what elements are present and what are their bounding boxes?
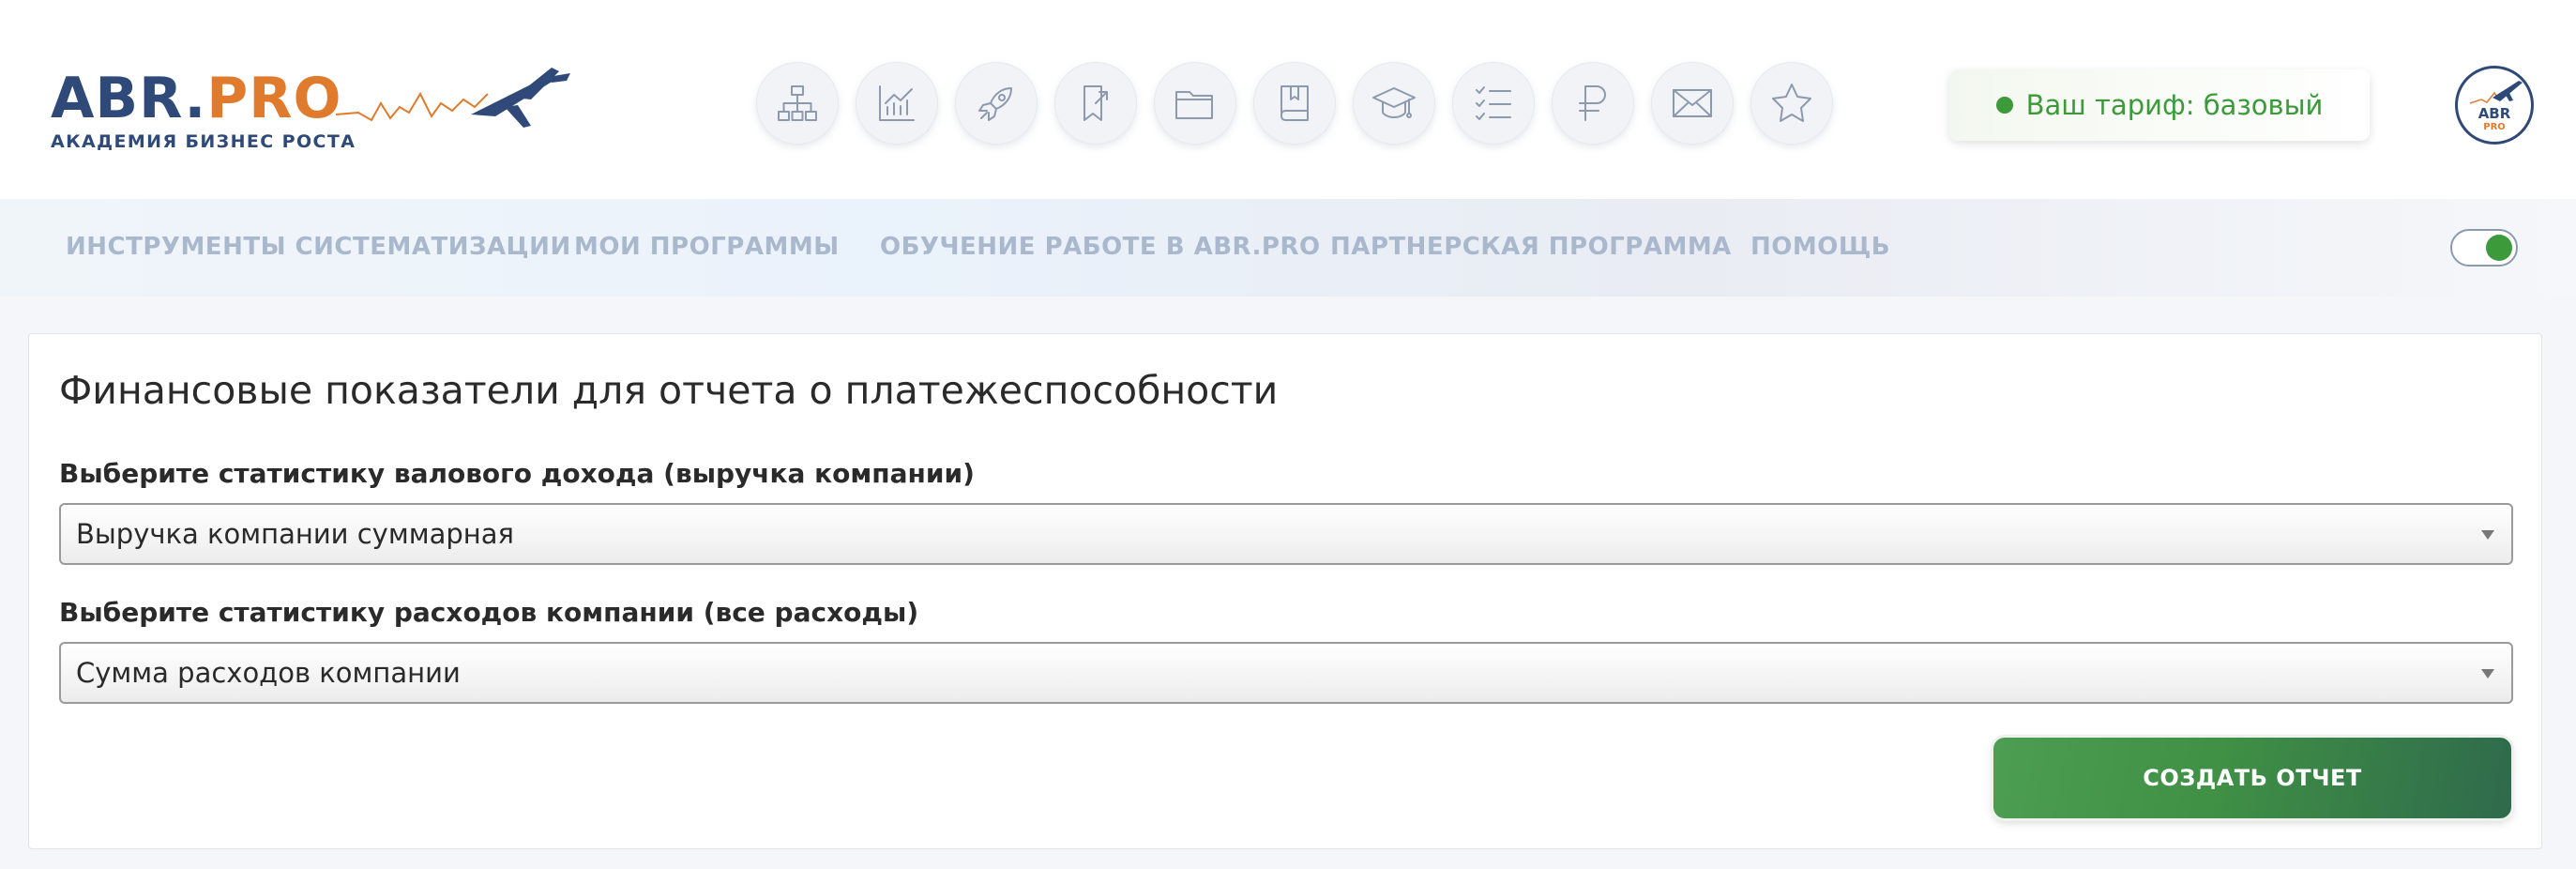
- nav-item-programs[interactable]: МОИ ПРОГРАММЫ: [574, 233, 840, 261]
- avatar[interactable]: ABR PRO: [2455, 66, 2534, 145]
- toggle-knob: [2486, 235, 2512, 261]
- sitemap-icon: [778, 85, 817, 121]
- chart-button[interactable]: [856, 62, 938, 145]
- header: ABR.PRO АКАДЕМИЯ БИЗНЕС РОСТА Ваш тариф:…: [0, 0, 2576, 199]
- nav-item-training[interactable]: ОБУЧЕНИЕ РАБОТЕ В ABR.PRO: [880, 233, 1321, 261]
- revenue-select[interactable]: Выручка компании суммарная: [59, 503, 2513, 565]
- svg-text:ABR: ABR: [2478, 105, 2511, 122]
- nav-item-partners[interactable]: ПАРТНЕРСКАЯ ПРОГРАММА: [1330, 233, 1732, 261]
- checklist-button[interactable]: [1452, 62, 1535, 145]
- theme-toggle[interactable]: [2450, 229, 2518, 267]
- logo-text: ABR.PRO: [51, 66, 341, 131]
- airplane-graph-icon: [335, 68, 570, 128]
- revenue-select-value: Выручка компании суммарная: [76, 518, 514, 550]
- mail-button[interactable]: [1651, 62, 1734, 145]
- tariff-badge[interactable]: Ваш тариф: базовый: [1949, 69, 2370, 141]
- nav-item-tools[interactable]: ИНСТРУМЕНТЫ СИСТЕМАТИЗАЦИИ: [66, 233, 571, 261]
- page-title: Финансовые показатели для отчета о плате…: [59, 368, 1279, 413]
- chevron-down-icon: [2481, 530, 2494, 540]
- education-button[interactable]: [1353, 62, 1435, 145]
- ruble-icon: [1579, 85, 1606, 121]
- graduation-cap-icon: [1372, 87, 1416, 118]
- revenue-label: Выберите статистику валового дохода (выр…: [59, 458, 975, 489]
- bookmark-button[interactable]: [1054, 62, 1137, 145]
- folder-icon: [1175, 91, 1213, 119]
- svg-text:PRO: PRO: [2483, 122, 2506, 132]
- checklist-icon: [1476, 86, 1511, 120]
- tariff-label: Ваш тариф: базовый: [2025, 89, 2324, 121]
- expense-select-value: Сумма расходов компании: [76, 657, 461, 689]
- book-button[interactable]: [1253, 62, 1336, 145]
- logo-subtitle: АКАДЕМИЯ БИЗНЕС РОСТА: [51, 131, 356, 152]
- sitemap-button[interactable]: [756, 62, 839, 145]
- logo-brand-dot: .: [184, 66, 207, 131]
- chart-icon: [879, 85, 915, 121]
- mail-icon: [1673, 89, 1712, 117]
- main-nav: ИНСТРУМЕНТЫ СИСТЕМАТИЗАЦИИ МОИ ПРОГРАММЫ…: [0, 199, 2576, 297]
- tools-icon-row: [756, 62, 1833, 148]
- bookmark-icon: [1083, 85, 1108, 121]
- avatar-logo-icon: ABR PRO: [2469, 81, 2523, 132]
- report-card: Финансовые показатели для отчета о плате…: [28, 333, 2542, 849]
- folder-button[interactable]: [1154, 62, 1236, 145]
- logo-brand-left: ABR: [51, 66, 185, 131]
- rocket-icon: [978, 87, 1012, 121]
- nav-item-help[interactable]: ПОМОЩЬ: [1750, 233, 1890, 261]
- finance-button[interactable]: [1552, 62, 1634, 145]
- favorites-button[interactable]: [1750, 62, 1833, 145]
- chevron-down-icon: [2481, 669, 2494, 678]
- rocket-button[interactable]: [955, 62, 1038, 145]
- expense-select[interactable]: Сумма расходов компании: [59, 642, 2513, 704]
- logo-brand-right: PRO: [206, 66, 342, 131]
- status-dot-icon: [1995, 97, 2013, 114]
- create-report-button[interactable]: СОЗДАТЬ ОТЧЕТ: [1993, 738, 2511, 818]
- create-report-label: СОЗДАТЬ ОТЧЕТ: [2143, 765, 2362, 791]
- star-icon: [1772, 84, 1811, 122]
- expense-label: Выберите статистику расходов компании (в…: [59, 597, 919, 628]
- book-icon: [1280, 85, 1309, 121]
- logo[interactable]: ABR.PRO АКАДЕМИЯ БИЗНЕС РОСТА: [51, 66, 570, 160]
